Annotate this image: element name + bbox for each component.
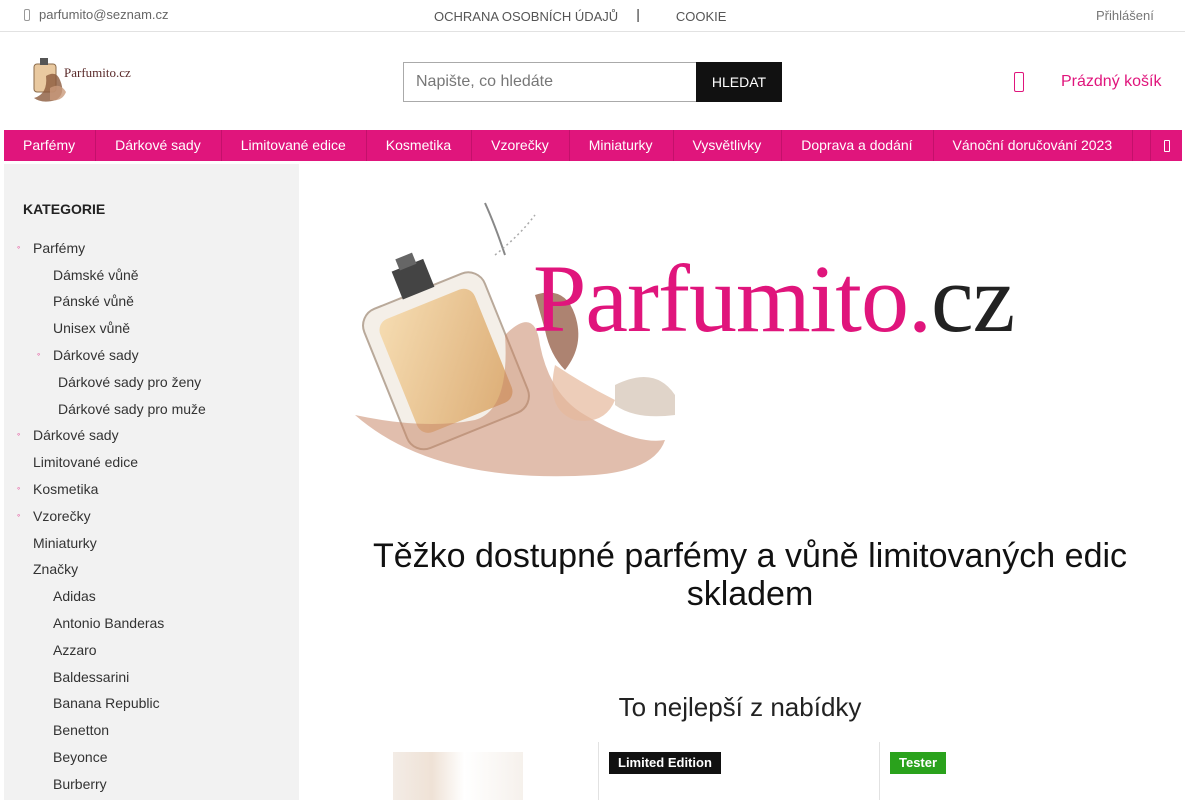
nav-item-limitovane-edice[interactable]: Limitované edice — [222, 130, 367, 161]
sidebar-item-label: Kosmetika — [33, 481, 99, 497]
nav-item-vzorecky[interactable]: Vzorečky — [472, 130, 570, 161]
sidebar-item-limitovane-edice[interactable]: Limitované edice — [33, 454, 138, 470]
sidebar-title: KATEGORIE — [23, 201, 106, 217]
sidebar-item-vzorecky[interactable]: ◦ Vzorečky — [17, 508, 91, 524]
bullet-icon: ◦ — [37, 349, 41, 359]
cart-label: Prázdný košík — [1061, 73, 1162, 90]
nav-item-miniaturky[interactable]: Miniaturky — [570, 130, 674, 161]
page-heading: Těžko dostupné parfémy a vůně limitovaný… — [372, 537, 1128, 613]
sidebar-item-unisex-vune[interactable]: Unisex vůně — [53, 320, 130, 336]
search-form: HLEDAT — [403, 62, 782, 102]
sidebar-item-azzaro[interactable]: Azzaro — [53, 642, 97, 658]
sidebar-item-label: Dárkové sady — [33, 427, 119, 443]
sidebar-item-darkove-sady-zeny[interactable]: Dárkové sady pro ženy — [58, 374, 201, 390]
search-button[interactable]: HLEDAT — [696, 62, 782, 102]
cart-icon — [1014, 72, 1024, 92]
category-sidebar: KATEGORIE ◦ Parfémy Dámské vůně Pánské vů… — [4, 164, 299, 800]
sidebar-item-beyonce[interactable]: Beyonce — [53, 749, 107, 765]
cookie-link[interactable]: COOKIE — [676, 9, 727, 24]
nav-more-button[interactable] — [1150, 130, 1182, 161]
cart[interactable]: Prázdný košík — [1014, 72, 1161, 92]
sidebar-item-znacky[interactable]: Značky — [33, 561, 78, 577]
nav-item-doprava[interactable]: Doprava a dodání — [782, 130, 934, 161]
sidebar-item-darkove-sady-muze[interactable]: Dárkové sady pro muže — [58, 401, 206, 417]
hero-brand-name: Parfumito. — [533, 245, 932, 352]
hero-brand-suffix: cz — [930, 245, 1015, 352]
sidebar-item-darkove-sady-sub[interactable]: ◦ Dárkové sady — [37, 347, 139, 363]
hero-banner[interactable]: Parfumito.cz — [335, 195, 1135, 485]
top-bar: parfumito@seznam.cz OCHRANA OSOBNÍCH ÚDA… — [0, 0, 1185, 32]
bullet-icon: ◦ — [17, 483, 21, 493]
nav-item-vanocni[interactable]: Vánoční doručování 2023 — [934, 130, 1134, 161]
section-heading: To nejlepší z nabídky — [618, 692, 862, 722]
tester-badge: Tester — [890, 752, 947, 774]
product-image[interactable] — [393, 752, 523, 800]
limited-edition-badge: Limited Edition — [609, 752, 721, 774]
login-link[interactable]: Přihlášení — [1096, 8, 1154, 23]
top-links: OCHRANA OSOBNÍCH ÚDAJŮ | COOKIE — [434, 6, 727, 24]
sidebar-item-antonio-banderas[interactable]: Antonio Banderas — [53, 615, 164, 631]
card-divider — [879, 742, 880, 800]
sidebar-item-panske-vune[interactable]: Pánské vůně — [53, 293, 134, 309]
top-links-separator: | — [636, 6, 640, 22]
bullet-icon: ◦ — [17, 242, 21, 252]
hero-brand-text: Parfumito.cz — [533, 243, 1015, 354]
sidebar-item-miniaturky[interactable]: Miniaturky — [33, 535, 97, 551]
bullet-icon: ◦ — [17, 429, 21, 439]
card-divider — [598, 742, 599, 800]
nav-item-darkove-sady[interactable]: Dárkové sady — [96, 130, 222, 161]
bullet-icon: ◦ — [17, 510, 21, 520]
nav-item-kosmetika[interactable]: Kosmetika — [367, 130, 473, 161]
sidebar-item-burberry[interactable]: Burberry — [53, 776, 107, 792]
sidebar-item-parfemy[interactable]: ◦ Parfémy — [17, 240, 86, 256]
nav-item-parfemy[interactable]: Parfémy — [4, 130, 97, 161]
main-nav: Parfémy Dárkové sady Limitované edice Ko… — [4, 130, 1182, 161]
nav-item-vysvetlivky[interactable]: Vysvětlivky — [674, 130, 783, 161]
sidebar-item-label: Parfémy — [33, 240, 86, 256]
email-text: parfumito@seznam.cz — [39, 7, 169, 22]
logo-text: Parfumito.cz — [64, 65, 131, 80]
site-logo[interactable]: Parfumito.cz — [26, 50, 150, 106]
sidebar-item-benetton[interactable]: Benetton — [53, 722, 109, 738]
menu-more-icon — [1163, 139, 1170, 152]
sidebar-item-label: Dárkové sady — [53, 347, 139, 363]
privacy-link[interactable]: OCHRANA OSOBNÍCH ÚDAJŮ — [434, 9, 618, 24]
sidebar-item-baldessarini[interactable]: Baldessarini — [53, 669, 129, 685]
contact-email[interactable]: parfumito@seznam.cz — [24, 7, 169, 22]
sidebar-item-adidas[interactable]: Adidas — [53, 588, 96, 604]
search-input[interactable] — [403, 62, 696, 102]
sidebar-item-label: Vzorečky — [33, 508, 91, 524]
sidebar-item-banana-republic[interactable]: Banana Republic — [53, 695, 160, 711]
sidebar-item-kosmetika[interactable]: ◦ Kosmetika — [17, 481, 99, 497]
sidebar-item-damske-vune[interactable]: Dámské vůně — [53, 267, 139, 283]
phone-icon — [24, 8, 30, 21]
sidebar-item-darkove-sady[interactable]: ◦ Dárkové sady — [17, 427, 119, 443]
